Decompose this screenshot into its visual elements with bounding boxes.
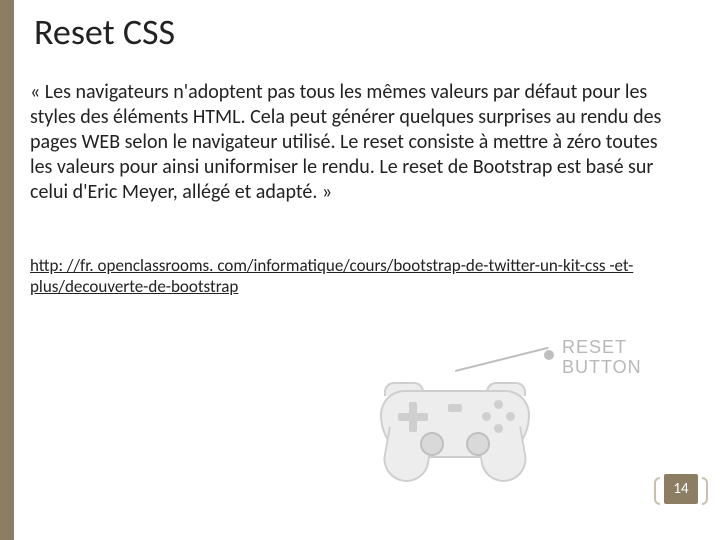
slide: Reset CSS « Les navigateurs n'adoptent p… bbox=[0, 0, 720, 540]
slide-title: Reset CSS bbox=[34, 10, 175, 54]
controller-reset-button bbox=[448, 404, 462, 412]
controller-illustration: RESET BUTTON bbox=[370, 340, 680, 490]
callout-label: RESET BUTTON bbox=[562, 338, 642, 378]
left-accent-bar bbox=[0, 0, 14, 540]
page-number-badge: 14 bbox=[664, 474, 698, 504]
controller-dpad bbox=[398, 402, 428, 432]
callout-dot-icon bbox=[544, 350, 554, 360]
controller-face-buttons bbox=[482, 400, 516, 434]
controller-stick-left bbox=[420, 432, 444, 456]
controller-stick-right bbox=[466, 432, 490, 456]
body-paragraph: « Les navigateurs n'adoptent pas tous le… bbox=[30, 80, 670, 205]
source-link[interactable]: http: //fr. openclassrooms. com/informat… bbox=[30, 255, 690, 298]
